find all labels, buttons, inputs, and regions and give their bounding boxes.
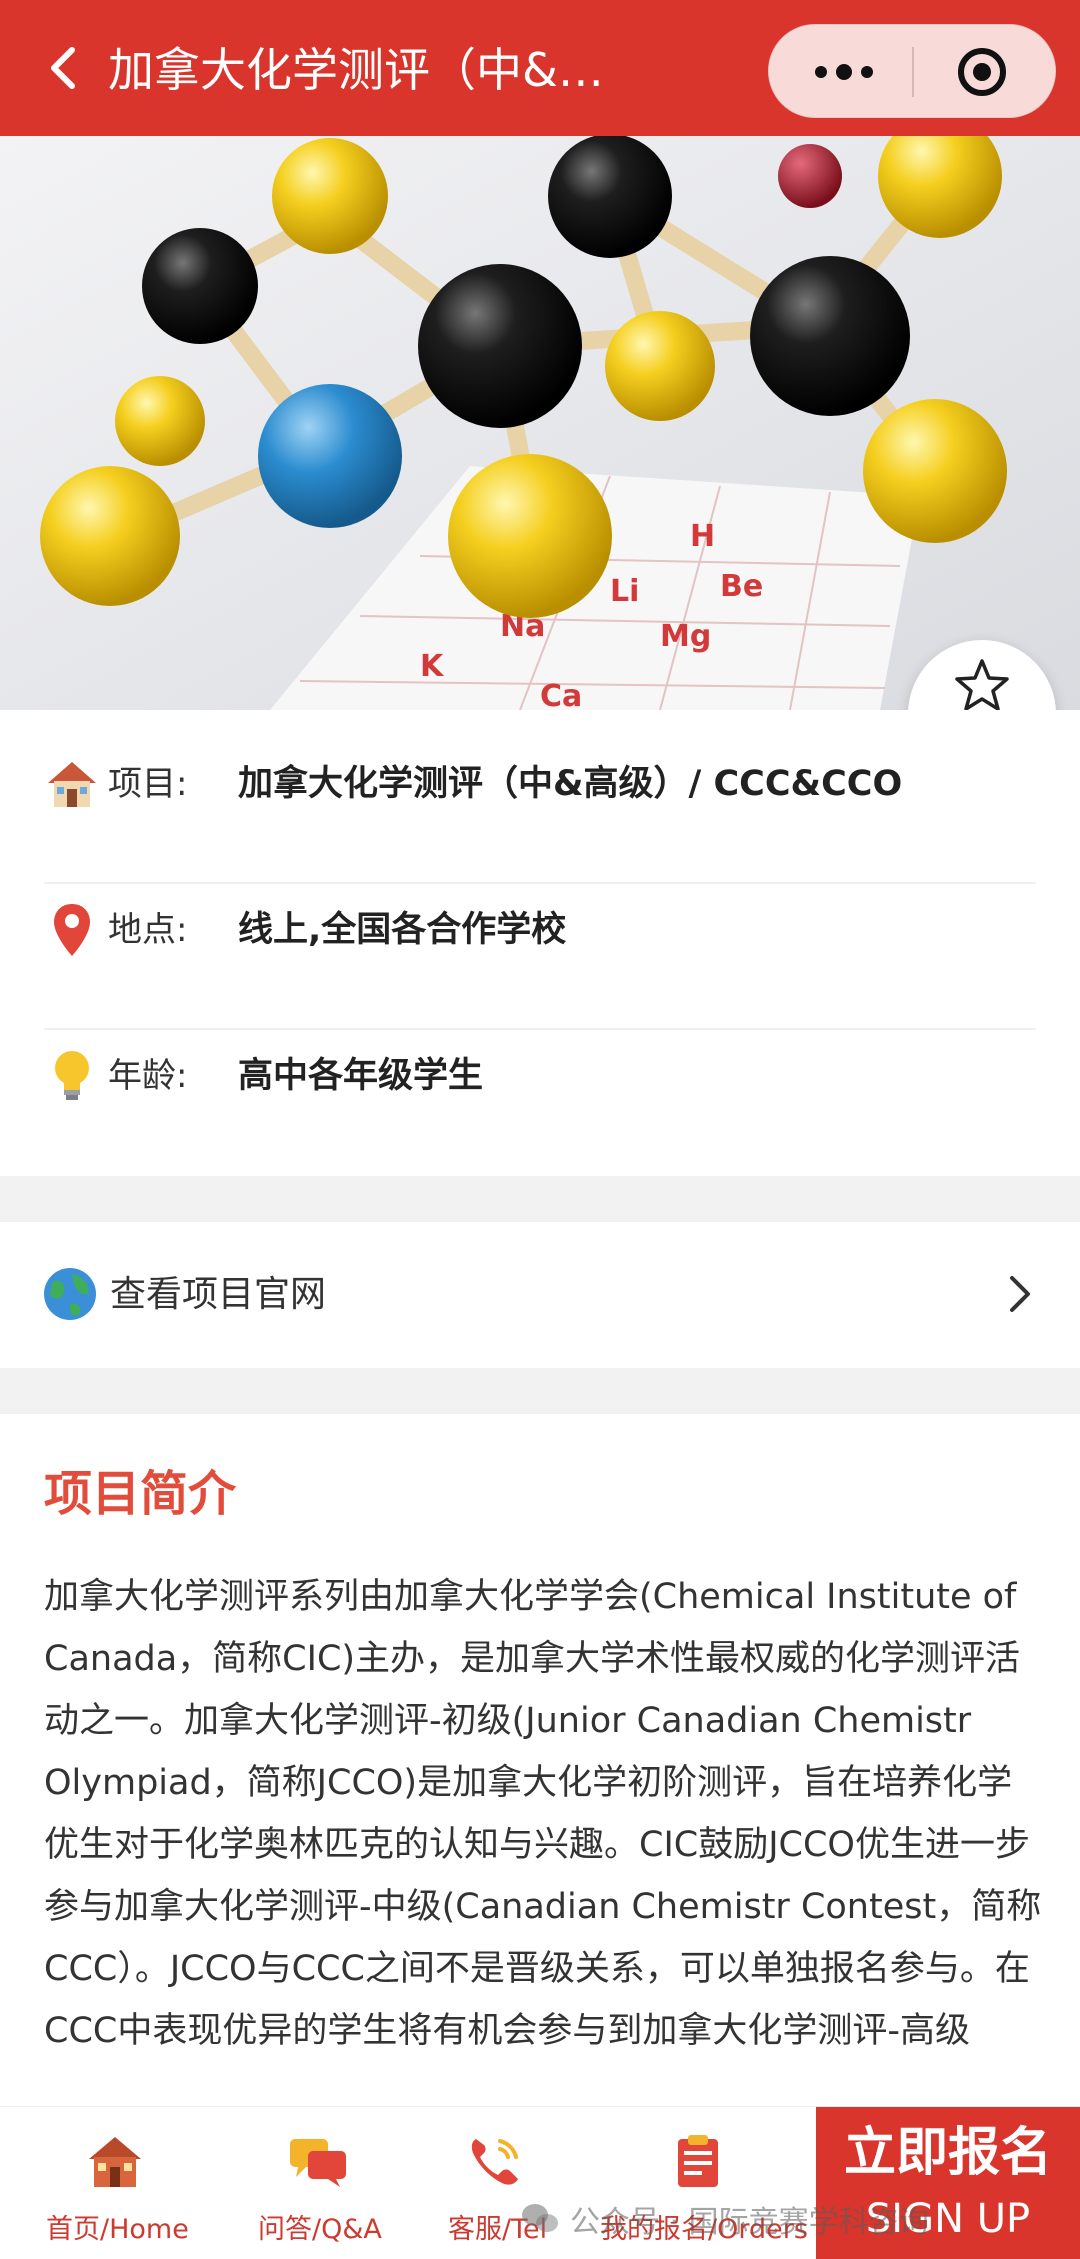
capsule-divider <box>912 47 914 97</box>
nav-home[interactable]: 首页/Home <box>0 2107 230 2259</box>
clipboard-icon <box>678 2135 718 2187</box>
chevron-left-icon <box>51 47 75 89</box>
nav-qa-label: 问答/Q&A <box>258 2214 382 2245</box>
svg-text:Mg: Mg <box>660 619 711 654</box>
chat-bubbles-icon <box>290 2139 346 2187</box>
location-value: 线上,全国各合作学校 <box>238 910 567 950</box>
top-bar: 加拿大化学测评（中&… <box>0 0 1080 136</box>
location-label: 地点: <box>108 910 188 950</box>
house-icon <box>44 756 100 812</box>
mini-program-capsule <box>768 24 1056 118</box>
intro-section: 项目简介 加拿大化学测评系列由加拿大化学学会(Chemical Institut… <box>0 1414 1080 2114</box>
molecular-model-illustration: H Li Be Na Mg K Ca <box>0 136 1080 710</box>
intro-body: 加拿大化学测评系列由加拿大化学学会(Chemical Institute of … <box>44 1577 1042 2051</box>
svg-text:H: H <box>690 519 715 554</box>
info-row-project: 项目: 加拿大化学测评（中&高级）/ CCC&CCO <box>0 710 1080 856</box>
lightbulb-icon <box>44 1048 100 1104</box>
official-website-label: 查看项目官网 <box>110 1274 327 1315</box>
more-dots-icon <box>815 64 873 80</box>
watermark: 公众号 · 国际竞赛学科咨询 <box>520 2194 929 2244</box>
sign-up-label-cn: 立即报名 <box>843 2123 1052 2183</box>
project-value: 加拿大化学测评（中&高级）/ CCC&CCO <box>238 764 903 804</box>
wechat-icon <box>522 2204 558 2232</box>
info-row-age: 年龄: 高中各年级学生 <box>0 1002 1080 1148</box>
page-title: 加拿大化学测评（中&… <box>108 43 604 97</box>
nav-qa[interactable]: 问答/Q&A <box>230 2107 420 2259</box>
svg-text:K: K <box>420 649 445 684</box>
home-icon <box>89 2137 141 2187</box>
back-button[interactable] <box>36 40 92 96</box>
close-program-button[interactable] <box>937 47 1027 97</box>
location-pin-icon <box>44 902 100 958</box>
age-label: 年龄: <box>108 1056 188 1096</box>
chevron-right-icon <box>1010 1276 1030 1312</box>
phone-icon <box>471 2139 518 2185</box>
watermark-text: 公众号 · 国际竞赛学科咨询 <box>570 2205 929 2240</box>
svg-text:Ca: Ca <box>540 679 582 710</box>
age-value: 高中各年级学生 <box>238 1056 484 1096</box>
star-icon <box>955 659 1009 711</box>
svg-text:Be: Be <box>720 569 763 604</box>
hero-image: H Li Be Na Mg K Ca <box>0 136 1080 710</box>
globe-icon <box>44 1268 96 1320</box>
info-row-location: 地点: 线上,全国各合作学校 <box>0 856 1080 1002</box>
nav-home-label: 首页/Home <box>46 2214 189 2245</box>
target-circle-icon <box>958 48 1006 96</box>
more-button[interactable] <box>799 47 889 97</box>
project-label: 项目: <box>108 764 188 804</box>
svg-text:Li: Li <box>610 574 639 609</box>
official-website-link[interactable]: 查看项目官网 <box>0 1222 1080 1368</box>
project-info-card: 项目: 加拿大化学测评（中&高级）/ CCC&CCO 地点: 线上,全国各合作学… <box>0 710 1080 1176</box>
intro-heading: 项目简介 <box>44 1466 237 1522</box>
